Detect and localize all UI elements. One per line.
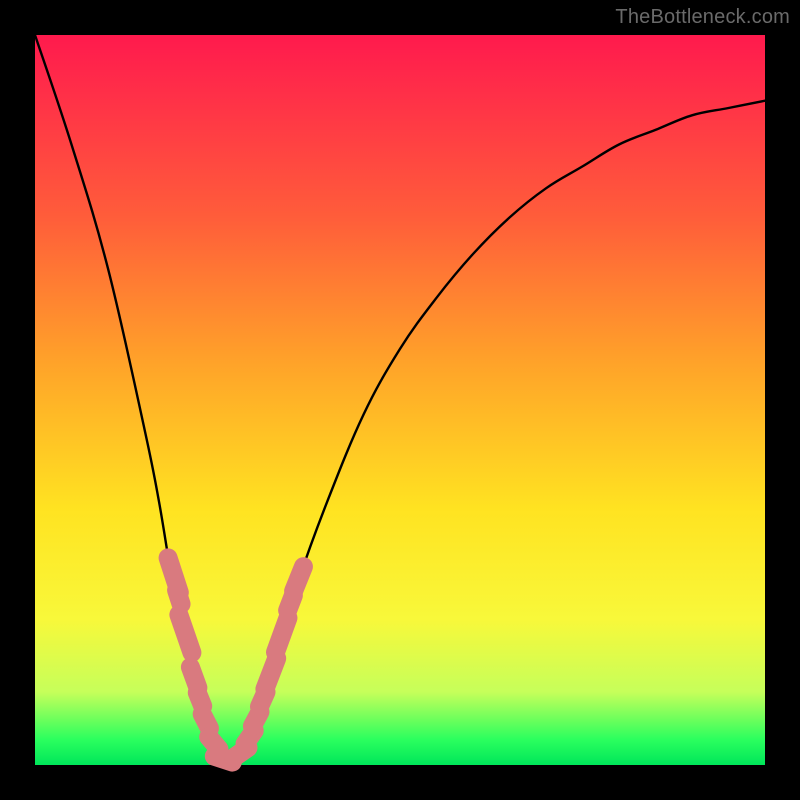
overlay-segments [168, 558, 303, 762]
overlay-segment [177, 590, 182, 604]
chart-frame: TheBottleneck.com [0, 0, 800, 800]
overlay-segment [265, 658, 277, 689]
bottleneck-curve [35, 35, 765, 766]
curve-svg [35, 35, 765, 765]
overlay-segment [202, 714, 209, 728]
watermark-text: TheBottleneck.com [615, 6, 790, 29]
overlay-segment [179, 615, 192, 653]
plot-area [35, 35, 765, 765]
overlay-segment [275, 618, 287, 652]
overlay-segment [197, 693, 202, 707]
overlay-segment [294, 567, 304, 591]
